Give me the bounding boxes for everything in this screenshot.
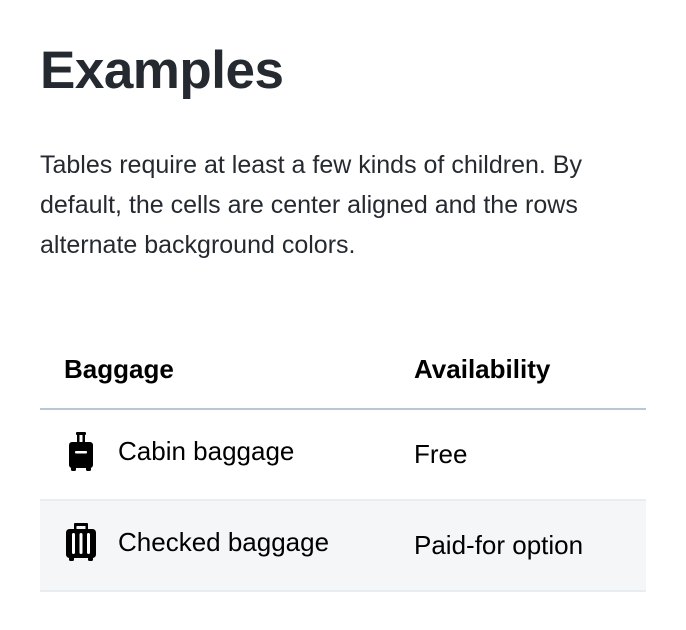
checked-baggage-icon [64,522,98,564]
availability-label: Paid-for option [414,530,584,560]
availability-cell: Paid-for option [414,500,646,592]
table-row: Cabin baggage Free [40,409,646,501]
availability-label: Free [414,439,468,469]
cabin-baggage-icon [64,431,98,473]
baggage-label: Cabin baggage [118,436,295,466]
table-row: Checked baggage Paid-for option [40,500,646,592]
column-header-availability: Availability [414,330,646,410]
page-title: Examples [40,41,284,100]
table-head: Baggage Availability [40,330,646,410]
column-header-baggage: Baggage [40,330,414,410]
availability-cell: Free [414,409,646,501]
intro-paragraph: Tables require at least a few kinds of c… [40,151,582,259]
baggage-cell: Cabin baggage [40,409,414,501]
baggage-cell-content: Checked baggage [64,522,414,564]
baggage-cell-content: Cabin baggage [64,431,414,473]
baggage-label: Checked baggage [118,527,330,557]
table-body: Cabin baggage Free Checked baggage Paid-… [40,409,646,592]
page: Examples Tables require at least a few k… [0,0,686,630]
baggage-table: Baggage Availability Cabin baggage Free … [40,330,646,592]
baggage-cell: Checked baggage [40,500,414,592]
table-header-row: Baggage Availability [40,330,646,410]
